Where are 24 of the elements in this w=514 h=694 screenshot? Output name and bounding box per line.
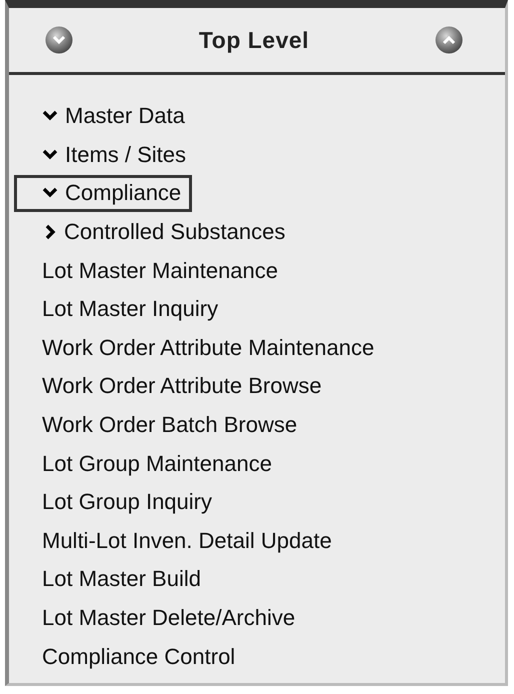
panel-title: Top Level [198,26,310,54]
menu-item[interactable]: Items / Sites [14,136,198,174]
menu-item[interactable]: Compliance Control [14,638,246,676]
chevron-right-icon [45,224,57,240]
chevron-down-icon [42,148,58,161]
menu-item[interactable]: Work Order Attribute Maintenance [14,329,386,366]
menu-item[interactable]: Work Order Batch Browse [14,406,308,444]
chevron-down-icon [42,110,58,122]
menu-item[interactable]: Multi-Lot Inven. Detail Update [14,522,343,560]
menu-item[interactable]: Controlled Substances [14,214,296,251]
menu-item[interactable]: Master Data [14,98,196,135]
menu-item[interactable]: Lot Master Maintenance [14,252,290,290]
collapse-button[interactable] [435,26,463,54]
chevron-down-icon [45,26,73,54]
menu-item[interactable]: Lot Master Build [14,560,212,598]
menu-item[interactable]: Work Order Attribute Browse [14,368,333,405]
menu-item[interactable]: Lot Group Maintenance [14,445,283,482]
expand-button[interactable] [45,26,73,54]
chevron-down-icon [42,187,58,200]
chevron-up-icon [435,26,463,54]
menu-item[interactable]: Lot Group Inquiry [14,484,223,521]
menu-item[interactable]: Lot Master Delete/Archive [14,600,306,637]
menu-item[interactable]: Compliance [14,174,192,212]
menu-item[interactable]: Lot Master Inquiry [14,290,230,328]
